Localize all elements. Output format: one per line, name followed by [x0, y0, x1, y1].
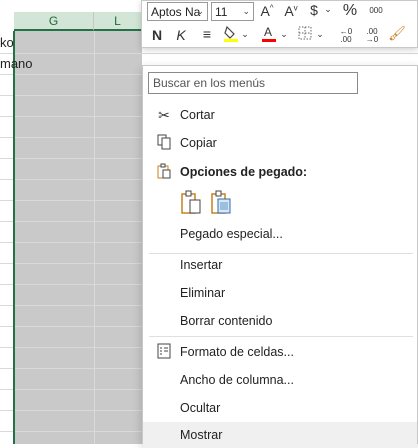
menu-item-label: Ocultar: [180, 401, 221, 415]
gridline: [94, 31, 95, 444]
menu-item-pegado-especial[interactable]: Pegado especial...: [143, 221, 417, 247]
currency-icon[interactable]: $: [306, 2, 322, 18]
menu-item-label: Mostrar: [180, 428, 223, 442]
font-size-value: 11: [215, 4, 228, 19]
font-name-value: Aptos Na: [151, 4, 201, 19]
increase-font-icon[interactable]: A^: [258, 3, 276, 19]
menu-separator: [149, 336, 413, 337]
decrease-font-icon[interactable]: Av: [282, 3, 300, 19]
menu-item-cortar[interactable]: ✂ Cortar: [143, 102, 417, 128]
format-cells-icon: [155, 343, 173, 362]
cell-text: ko: [0, 35, 14, 50]
menu-item-eliminar[interactable]: Eliminar: [143, 280, 417, 306]
percent-icon[interactable]: %: [340, 2, 360, 20]
copy-icon: [155, 134, 173, 153]
chevron-down-icon[interactable]: ⌄: [241, 29, 249, 40]
chevron-down-icon[interactable]: ⌄: [316, 29, 324, 40]
paste-option-paste-icon[interactable]: [180, 189, 202, 215]
cell-text: mano: [0, 56, 33, 71]
menu-item-insertar[interactable]: Insertar: [143, 252, 417, 278]
font-size-dropdown[interactable]: 11 ⌄: [211, 2, 254, 21]
menu-item-label: Borrar contenido: [180, 314, 273, 328]
font-name-dropdown[interactable]: Aptos Na ⌄: [147, 2, 208, 21]
increase-decimals-icon[interactable]: ←0.00: [335, 28, 357, 44]
menu-item-label: Pegado especial...: [180, 227, 283, 241]
column-header-label: L: [114, 14, 121, 28]
menu-item-copiar[interactable]: Copiar: [143, 130, 417, 156]
menu-item-label: Copiar: [180, 136, 217, 150]
bold-button[interactable]: N: [150, 27, 164, 43]
fill-color-icon[interactable]: [222, 25, 240, 46]
context-menu: Buscar en los menús ✂ Cortar Copiar Opci…: [142, 65, 418, 448]
menu-item-label: Ancho de columna...: [180, 373, 294, 387]
align-center-icon[interactable]: ≡: [199, 26, 215, 42]
column-header-g[interactable]: G: [14, 12, 94, 31]
italic-button[interactable]: K: [174, 27, 188, 43]
menu-item-label: Opciones de pegado:: [180, 165, 308, 179]
column-header-label: G: [48, 14, 59, 28]
menu-search-input[interactable]: Buscar en los menús: [148, 72, 358, 94]
menu-item-formato-celdas[interactable]: Formato de celdas...: [143, 339, 417, 365]
search-placeholder: Buscar en los menús: [153, 76, 266, 90]
menu-item-borrar-contenido[interactable]: Borrar contenido: [143, 308, 417, 334]
format-painter-icon[interactable]: 🖌: [388, 25, 406, 42]
font-color-icon[interactable]: A: [260, 25, 278, 46]
gridline: [0, 53, 418, 54]
chevron-down-icon[interactable]: ⌄: [280, 29, 288, 40]
selection-border: [13, 31, 15, 444]
menu-item-label: Cortar: [180, 108, 215, 122]
paste-option-picture-icon[interactable]: [210, 189, 232, 215]
chevron-down-icon: ⌄: [196, 6, 204, 16]
column-header-l[interactable]: L: [94, 12, 142, 31]
menu-item-mostrar[interactable]: Mostrar: [143, 422, 417, 448]
chevron-down-icon[interactable]: ⌄: [324, 4, 332, 15]
borders-icon[interactable]: [297, 26, 313, 43]
menu-item-label: Insertar: [180, 258, 223, 272]
thousands-separator-icon[interactable]: 000: [366, 6, 386, 15]
selected-columns-shade: [14, 31, 142, 444]
paste-icon: [155, 163, 173, 182]
svg-text:A: A: [264, 25, 272, 39]
decrease-decimals-icon[interactable]: .00 →0: [361, 28, 383, 44]
chevron-down-icon: ⌄: [242, 6, 250, 16]
menu-item-label: Formato de celdas...: [180, 345, 294, 359]
menu-item-ancho-columna[interactable]: Ancho de columna...: [143, 367, 417, 393]
menu-item-opciones-pegado: Opciones de pegado:: [143, 159, 417, 185]
menu-item-ocultar[interactable]: Ocultar: [143, 395, 417, 421]
menu-item-label: Eliminar: [180, 286, 226, 300]
scissors-icon: ✂: [158, 106, 170, 123]
mini-toolbar: Aptos Na ⌄ 11 ⌄ A^ Av $ ⌄ % 000 N K ≡ ⌄ …: [141, 0, 418, 48]
